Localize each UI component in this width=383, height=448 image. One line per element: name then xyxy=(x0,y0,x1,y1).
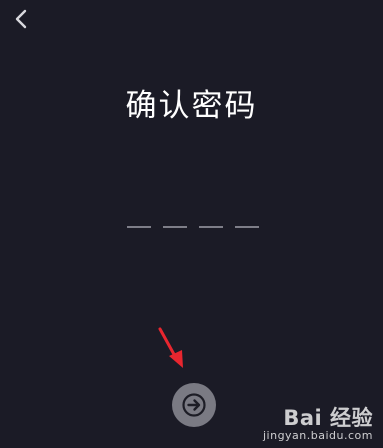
confirm-password-screen: 确认密码 Bai 经验 jingyan.baidu.com xyxy=(0,0,383,448)
watermark-url: jingyan.baidu.com xyxy=(262,429,373,442)
pin-digit-slot xyxy=(199,208,223,238)
pin-digit-slot xyxy=(127,208,151,238)
arrow-right-icon xyxy=(182,393,206,417)
pin-digit-slot xyxy=(235,208,259,238)
next-button[interactable] xyxy=(172,383,216,427)
pin-digit-slot xyxy=(163,208,187,238)
pin-input[interactable] xyxy=(127,208,259,238)
red-pointer-arrow-icon xyxy=(158,327,183,368)
watermark-logo: Bai 经验 xyxy=(283,402,373,432)
watermark-logo-text: Bai 经验 xyxy=(283,406,373,430)
page-title: 确认密码 xyxy=(125,88,258,124)
baidu-jingyan-watermark: Bai 经验 jingyan.baidu.com xyxy=(231,402,377,442)
back-button[interactable] xyxy=(10,6,34,32)
chevron-left-icon xyxy=(15,9,27,29)
